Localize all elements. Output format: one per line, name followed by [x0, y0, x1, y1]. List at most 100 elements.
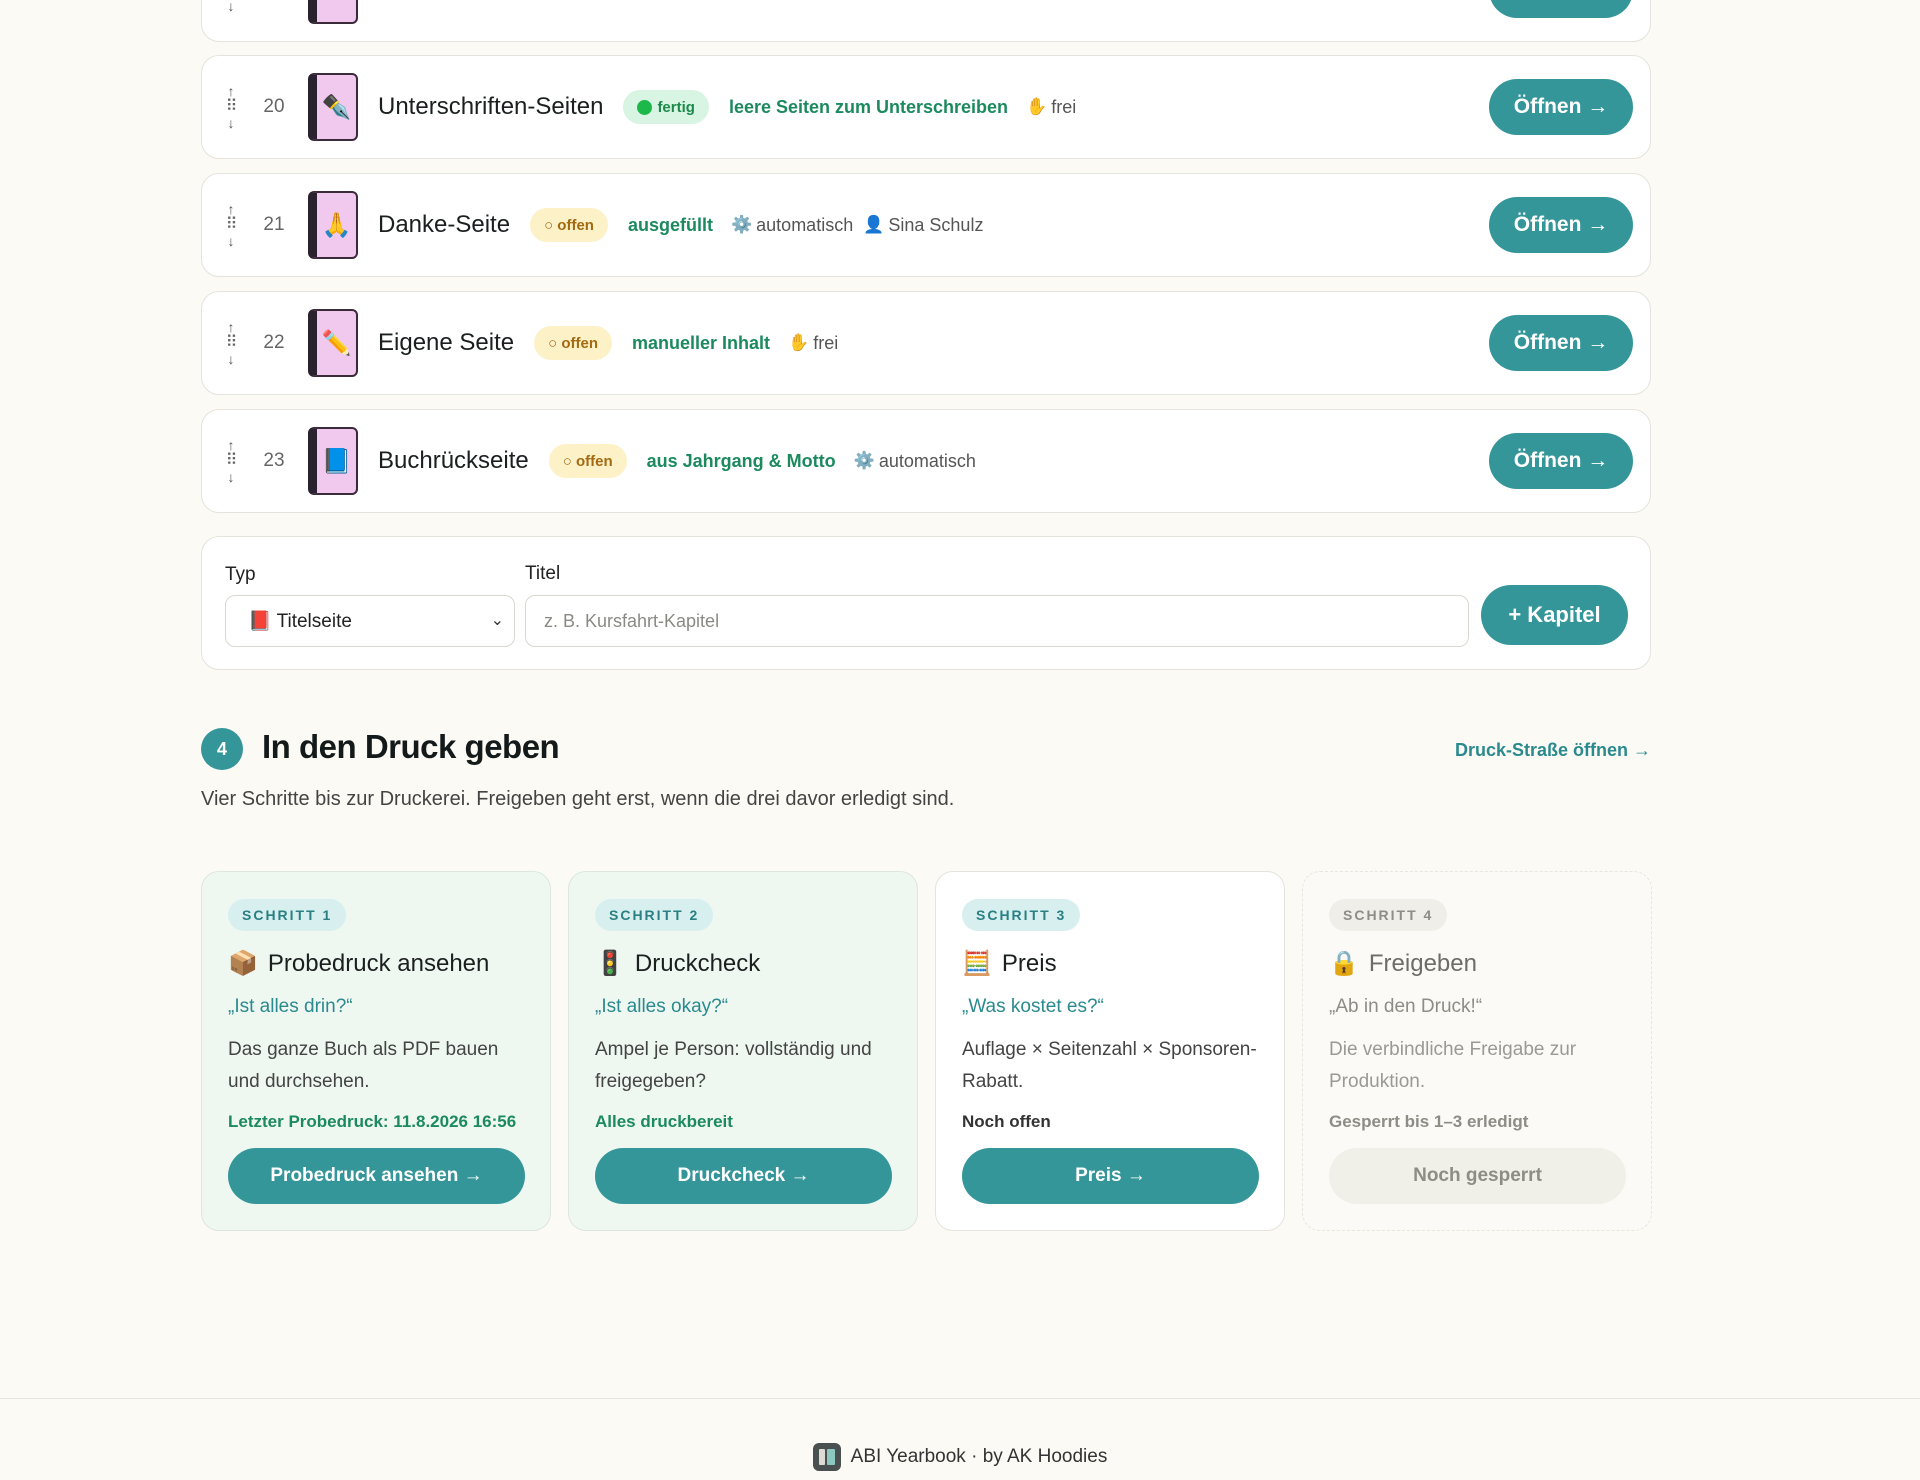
step-card-2: SCHRITT 2 🚦 Druckcheck „Ist alles okay?“ …: [568, 871, 918, 1231]
chevron-down-icon: ⌄: [490, 612, 504, 629]
open-button[interactable]: Öffnen →: [1489, 0, 1633, 18]
proof-print-button[interactable]: Probedruck ansehen →: [228, 1148, 525, 1204]
assignee-name: Sina Schulz: [888, 214, 984, 235]
chapter-source: leere Seiten zum Unterschreiben: [728, 96, 1009, 117]
type-select[interactable]: 📕 Titelseite ⌄: [225, 595, 515, 647]
section-title: In den Druck geben: [262, 728, 560, 765]
chapter-thumbnail: [308, 0, 358, 24]
footer-divider: [0, 1398, 1920, 1399]
chapter-title[interactable]: Buchrückseite: [378, 447, 529, 475]
step-title: 🚦 Druckcheck: [595, 949, 760, 978]
abacus-icon: 🧮: [962, 950, 992, 977]
app-logo-icon: [812, 1443, 841, 1471]
chapter-meta: ⚙️ automatisch: [854, 451, 976, 472]
arrow-up-icon[interactable]: ↑: [228, 201, 235, 217]
grip-icon[interactable]: ⠿: [226, 99, 238, 115]
step-description: Das ganze Buch als PDF bauen und durchse…: [228, 1039, 499, 1092]
step-label: SCHRITT 4: [1329, 899, 1448, 931]
user-icon: 👤: [863, 215, 885, 234]
arrow-up-icon[interactable]: ↑: [228, 319, 235, 335]
step-description: Ampel je Person: vollständig und freigeg…: [595, 1039, 872, 1092]
section-description: Vier Schritte bis zur Druckerei. Freigeb…: [201, 788, 955, 810]
step-quote: „Ab in den Druck!“: [1329, 996, 1483, 1017]
chapter-assignee: 👤 Sina Schulz: [863, 215, 983, 236]
chapter-number: 20: [263, 96, 285, 117]
status-badge: fertig: [623, 90, 709, 124]
arrow-down-icon[interactable]: ↓: [228, 233, 235, 249]
hand-icon: ✋: [1026, 97, 1048, 116]
step-quote: „Ist alles drin?“: [228, 996, 353, 1017]
print-pipeline-link[interactable]: Druck-Straße öffnen →: [1455, 740, 1651, 761]
print-check-button[interactable]: Druckcheck →: [595, 1148, 892, 1204]
status-badge: ○ offen: [548, 444, 627, 478]
add-chapter-form: Typ Titel 📕 Titelseite ⌄ z. B. Kursfahrt…: [201, 536, 1651, 670]
gear-icon: ⚙️: [853, 451, 875, 470]
title-label: Titel: [525, 563, 561, 584]
step-title: 🧮 Preis: [962, 949, 1057, 978]
step-card-3: SCHRITT 3 🧮 Preis „Was kostet es?“ Auflag…: [935, 871, 1285, 1231]
arrow-down-icon[interactable]: ↓: [228, 351, 235, 367]
step-title: 🔒 Freigeben: [1329, 949, 1477, 978]
step-status: Letzter Probedruck: 11.8.2026 16:56: [228, 1112, 517, 1131]
status-badge: ○ offen: [530, 208, 608, 242]
arrow-down-icon[interactable]: ↓: [228, 0, 235, 14]
meta-label: frei: [813, 332, 839, 353]
drag-handle[interactable]: ↑ ⠿ ↓: [216, 319, 246, 367]
step-card-1: SCHRITT 1 📦 Probedruck ansehen „Ist alles…: [201, 871, 551, 1231]
step-label: SCHRITT 2: [595, 899, 714, 931]
status-badge: ○ offen: [534, 326, 612, 360]
chapter-title[interactable]: Eigene Seite: [378, 329, 514, 357]
type-label: Typ: [225, 564, 256, 585]
lock-icon: 🔒: [1329, 950, 1359, 977]
open-button[interactable]: Öffnen →: [1489, 433, 1633, 489]
title-input-placeholder: z. B. Kursfahrt-Kapitel: [544, 610, 720, 631]
chapter-number: 22: [263, 332, 285, 353]
chapter-source: aus Jahrgang & Motto: [646, 450, 836, 471]
drag-handle[interactable]: ↑ ⠿ ↓: [216, 83, 246, 131]
chapter-number: 23: [263, 450, 285, 471]
chapter-row: ↑ ⠿ ↓ 23 📘 Buchrückseite ○ offen aus Jah…: [201, 409, 1651, 513]
step-description: Die verbindliche Freigabe zur Produktion…: [1329, 1039, 1577, 1092]
add-chapter-button[interactable]: + Kapitel: [1481, 585, 1628, 645]
open-button[interactable]: Öffnen →: [1489, 315, 1633, 371]
release-button: Noch gesperrt: [1329, 1148, 1626, 1204]
hand-icon: ✋: [788, 333, 810, 352]
grip-icon[interactable]: ⠿: [226, 453, 238, 469]
chapter-source: manueller Inhalt: [632, 332, 771, 353]
arrow-up-icon[interactable]: ↑: [228, 83, 235, 99]
chapter-meta: ✋ frei: [1026, 97, 1076, 118]
drag-handle[interactable]: ↑ ⠿ ↓: [216, 201, 246, 249]
step-status: Noch offen: [962, 1112, 1051, 1131]
grip-icon[interactable]: ⠿: [226, 217, 238, 233]
chapter-title[interactable]: Danke-Seite: [378, 211, 510, 239]
chapter-title[interactable]: Unterschriften-Seiten: [378, 93, 603, 121]
drag-handle[interactable]: ↑ ⠿ ↓: [216, 0, 246, 14]
status-label: fertig: [657, 98, 695, 116]
chapter-number: 21: [263, 214, 285, 235]
drag-handle[interactable]: ↑ ⠿ ↓: [216, 437, 246, 485]
arrow-up-icon[interactable]: ↑: [228, 437, 235, 453]
open-button[interactable]: Öffnen →: [1489, 79, 1633, 135]
chapter-source: ausgefüllt: [627, 214, 713, 235]
chapter-row: ↑ ⠿ ↓ 22 ✏️ Eigene Seite ○ offen manuell…: [201, 291, 1651, 395]
step-status: Gesperrt bis 1–3 erledigt: [1329, 1112, 1529, 1131]
step-card-4: SCHRITT 4 🔒 Freigeben „Ab in den Druck!“ …: [1302, 871, 1652, 1231]
step-quote: „Was kostet es?“: [962, 996, 1104, 1017]
title-input[interactable]: z. B. Kursfahrt-Kapitel: [525, 595, 1469, 647]
step-status: Alles druckbereit: [595, 1112, 733, 1131]
open-button[interactable]: Öffnen →: [1489, 197, 1633, 253]
step-title: 📦 Probedruck ansehen: [228, 949, 489, 978]
step-title-text: Probedruck ansehen: [267, 949, 490, 977]
step-label: SCHRITT 1: [228, 899, 347, 931]
step-label: SCHRITT 3: [962, 899, 1081, 931]
price-button[interactable]: Preis →: [962, 1148, 1259, 1204]
meta-label: automatisch: [878, 450, 976, 471]
footer: ABI Yearbook · by AK Hoodies: [0, 1443, 1920, 1471]
arrow-down-icon[interactable]: ↓: [228, 115, 235, 131]
step-title-text: Freigeben: [1368, 949, 1477, 977]
pray-icon: 🙏: [308, 191, 358, 259]
traffic-light-icon: 🚦: [595, 950, 625, 977]
arrow-down-icon[interactable]: ↓: [228, 469, 235, 485]
type-select-value: 📕 Titelseite: [248, 611, 352, 632]
grip-icon[interactable]: ⠿: [226, 335, 238, 351]
